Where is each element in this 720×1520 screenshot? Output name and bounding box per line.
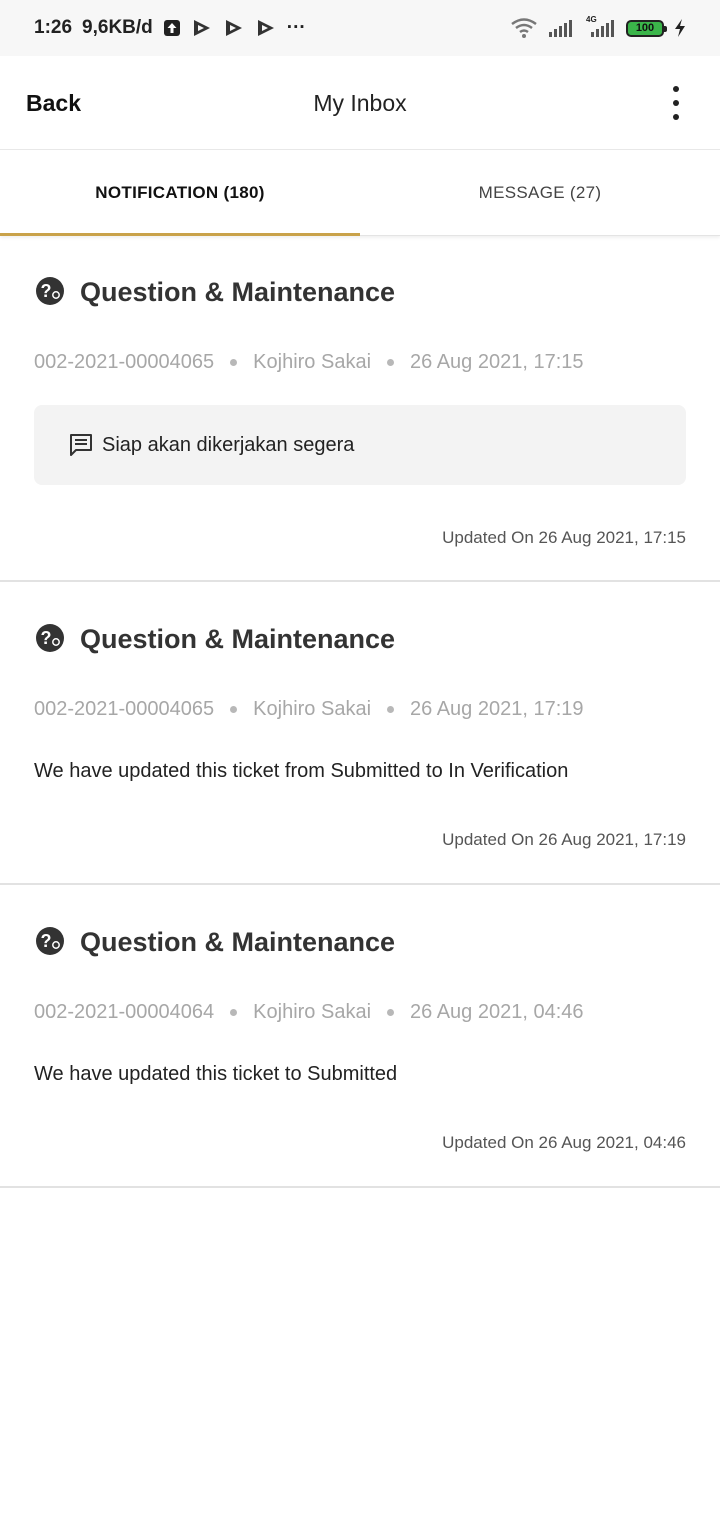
battery-icon: 100 <box>626 19 667 37</box>
app-notification-icon <box>191 18 213 38</box>
notification-card[interactable]: ? Question & Maintenance 002-2021-000040… <box>0 582 720 885</box>
more-options-button[interactable] <box>662 86 690 120</box>
upload-icon <box>163 19 181 37</box>
notification-user: Kojhiro Sakai <box>253 698 372 720</box>
app-header: Back My Inbox <box>0 56 720 150</box>
svg-text:?: ? <box>41 281 52 301</box>
notification-message: We have updated this ticket from Submitt… <box>34 760 569 782</box>
more-vertical-icon-dot <box>673 100 679 106</box>
comment-box: Siap akan dikerjakan segera <box>34 405 686 485</box>
notification-title: Question & Maintenance <box>80 927 396 957</box>
separator-dot <box>387 706 395 713</box>
updated-timestamp: Updated On 26 Aug 2021, 04:46 <box>442 1133 686 1152</box>
battery-level: 100 <box>635 22 655 34</box>
network-type: 4G <box>586 15 597 24</box>
notification-message: We have updated this ticket to Submitted <box>34 1063 398 1085</box>
notification-title: Question & Maintenance <box>80 624 396 654</box>
inbox-tabs: NOTIFICATION (180) MESSAGE (27) <box>0 150 720 236</box>
more-notifications-indicator: ··· <box>286 17 306 38</box>
ticket-number: 002-2021-00004065 <box>34 351 215 373</box>
notification-meta: 002-2021-00004064 Kojhiro Sakai 26 Aug 2… <box>34 1001 584 1024</box>
network-speed: 9,6KB/d <box>82 17 153 38</box>
charging-icon <box>674 19 686 37</box>
notification-user: Kojhiro Sakai <box>253 1001 372 1023</box>
notification-card[interactable]: ? Question & Maintenance 002-2021-000040… <box>0 237 720 582</box>
signal-icon <box>548 18 574 38</box>
more-vertical-icon-dot <box>673 114 679 120</box>
notification-user: Kojhiro Sakai <box>253 351 372 373</box>
separator-dot <box>230 359 238 366</box>
page-title: My Inbox <box>313 90 407 116</box>
question-settings-icon: ? <box>36 624 64 652</box>
question-settings-icon: ? <box>36 277 64 305</box>
status-bar: 1:26 9,6KB/d ··· 4G 100 <box>0 0 720 56</box>
notification-date: 26 Aug 2021, 04:46 <box>410 1001 584 1023</box>
wifi-icon <box>510 18 538 38</box>
separator-dot <box>387 1009 395 1016</box>
comment-text: Siap akan dikerjakan segera <box>102 433 355 456</box>
updated-timestamp: Updated On 26 Aug 2021, 17:19 <box>442 830 686 849</box>
notification-date: 26 Aug 2021, 17:19 <box>410 698 584 720</box>
comment-icon <box>70 434 92 456</box>
more-vertical-icon <box>673 86 679 92</box>
signal-4g-icon: 4G <box>584 15 616 38</box>
question-settings-icon: ? <box>36 927 64 955</box>
notification-card[interactable]: ? Question & Maintenance 002-2021-000040… <box>0 885 720 1188</box>
separator-dot <box>230 706 238 713</box>
tab-message[interactable]: MESSAGE (27) <box>360 150 720 235</box>
notification-meta: 002-2021-00004065 Kojhiro Sakai 26 Aug 2… <box>34 351 584 374</box>
notification-date: 26 Aug 2021, 17:15 <box>410 351 584 373</box>
separator-dot <box>387 359 395 366</box>
status-time: 1:26 <box>34 17 73 38</box>
app-notification-icon <box>255 18 277 38</box>
app-notification-icon <box>223 18 245 38</box>
separator-dot <box>230 1009 238 1016</box>
notification-meta: 002-2021-00004065 Kojhiro Sakai 26 Aug 2… <box>34 698 584 721</box>
ticket-number: 002-2021-00004064 <box>34 1001 215 1023</box>
updated-timestamp: Updated On 26 Aug 2021, 17:15 <box>442 528 686 547</box>
svg-text:?: ? <box>41 628 52 648</box>
ticket-number: 002-2021-00004065 <box>34 698 215 720</box>
tab-notification[interactable]: NOTIFICATION (180) <box>0 150 360 236</box>
svg-text:?: ? <box>41 931 52 951</box>
notification-list: ? Question & Maintenance 002-2021-000040… <box>0 237 720 1188</box>
notification-title: Question & Maintenance <box>80 277 396 307</box>
